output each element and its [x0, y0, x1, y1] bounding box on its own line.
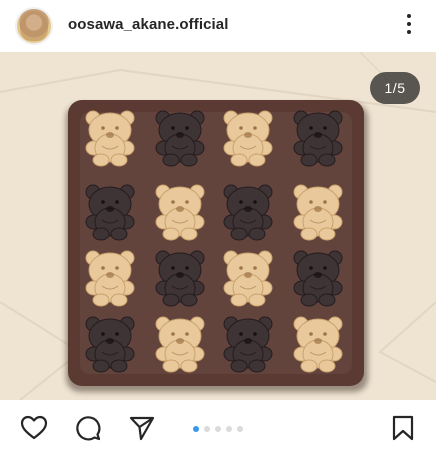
username[interactable]: oosawa_akane.official	[68, 16, 229, 33]
light-bear-cookie	[293, 316, 343, 373]
send-icon[interactable]	[128, 414, 156, 442]
carousel-dot	[226, 426, 232, 432]
light-bear-cookie	[155, 316, 205, 373]
dark-bear-cookie	[223, 184, 273, 241]
carousel-page-counter: 1/5	[370, 72, 420, 104]
profile-avatar[interactable]	[15, 7, 53, 45]
dark-bear-cookie	[293, 250, 343, 307]
action-bar	[0, 400, 436, 450]
light-bear-cookie	[223, 250, 273, 307]
light-bear-cookie	[293, 184, 343, 241]
light-bear-cookie	[85, 250, 135, 307]
carousel-dot	[215, 426, 221, 432]
carousel-dot	[193, 426, 199, 432]
carousel-dot	[204, 426, 210, 432]
dark-bear-cookie	[85, 184, 135, 241]
dark-bear-cookie	[155, 250, 205, 307]
dark-bear-cookie	[85, 316, 135, 373]
light-bear-cookie	[85, 110, 135, 167]
heart-icon[interactable]	[20, 414, 48, 442]
more-vertical-icon[interactable]	[401, 12, 417, 36]
light-bear-cookie	[155, 184, 205, 241]
comment-icon[interactable]	[74, 414, 102, 442]
dark-bear-cookie	[293, 110, 343, 167]
dark-bear-cookie	[223, 316, 273, 373]
bookmark-icon[interactable]	[391, 414, 419, 442]
carousel-dot	[237, 426, 243, 432]
dark-bear-cookie	[155, 110, 205, 167]
light-bear-cookie	[223, 110, 273, 167]
post-header: oosawa_akane.official	[0, 0, 436, 52]
post-photo[interactable]: 1/5	[0, 52, 436, 400]
brownie-with-bear-cookies-photo	[0, 52, 436, 400]
